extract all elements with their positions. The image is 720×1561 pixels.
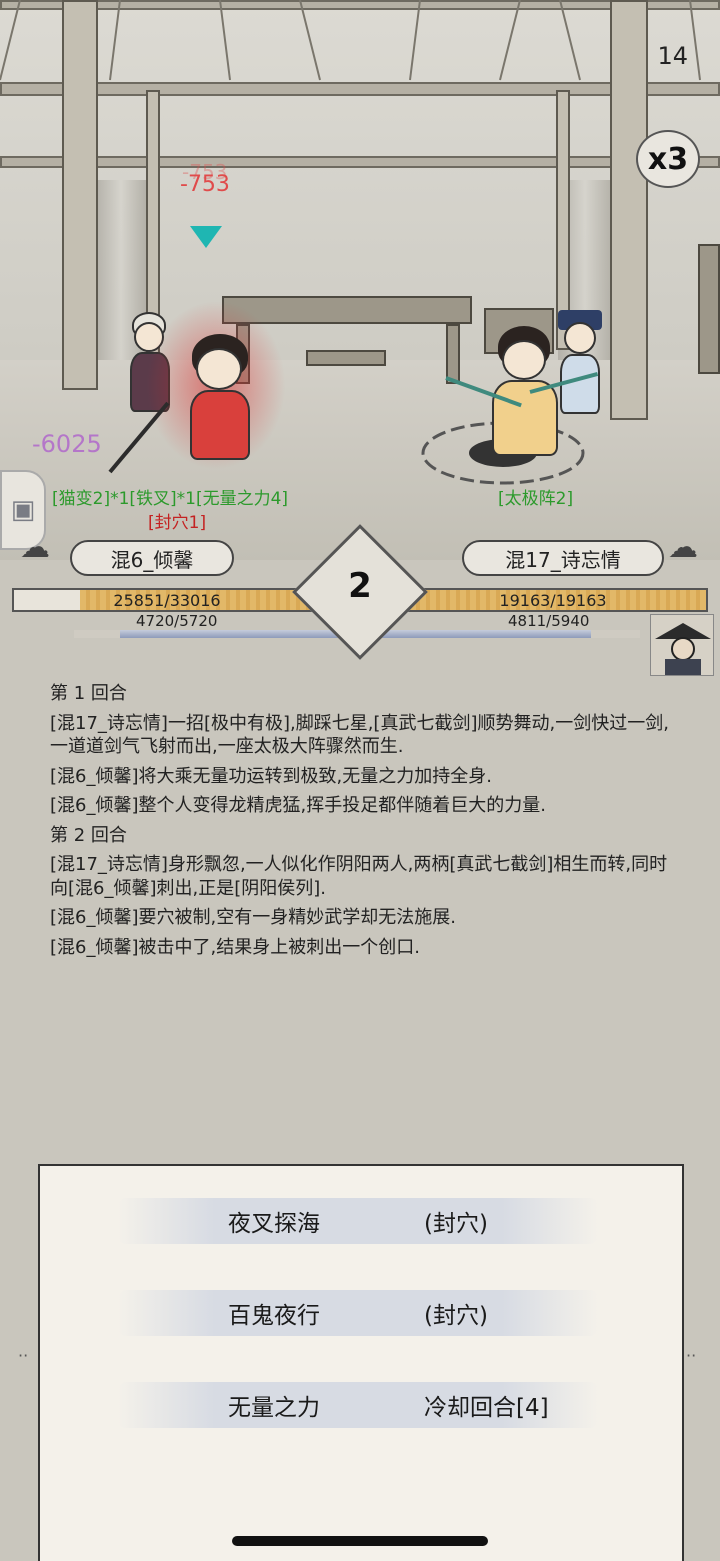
skill-status: (封穴) (424, 1211, 488, 1237)
skill-name: 百鬼夜行 (228, 1303, 320, 1329)
player-nameplate: 混6_倾馨 (70, 540, 234, 576)
swordsman-avatar-icon (655, 623, 711, 675)
player-hp-bar: 25851/33016 (12, 588, 322, 612)
skill-button-baigui-yexing[interactable]: 百鬼夜行 (封穴) (118, 1290, 598, 1336)
enemy-hp-text: 19163/19163 (499, 590, 607, 610)
target-marker-icon (190, 226, 222, 248)
log-line: [混6_倾馨]整个人变得龙精虎猛,挥手投足都伴随着巨大的力量. (50, 795, 546, 816)
log-line: [混6_倾馨]将大乘无量功运转到极致,无量之力加持全身. (50, 765, 492, 787)
shelf (698, 244, 720, 374)
speed-counter: 14 (657, 42, 688, 70)
wooden-pillar (62, 0, 98, 390)
player-mp-fill (120, 630, 338, 638)
battle-scene (0, 0, 720, 560)
speed-multiplier-button[interactable]: x3 (636, 130, 700, 188)
round-number: 2 (348, 566, 372, 606)
opponent-avatar[interactable] (650, 614, 714, 676)
cloud-ornament-icon: ☁ (20, 530, 50, 565)
log-line: [混6_倾馨]要穴被制,空有一身精妙武学却无法施展. (50, 907, 456, 928)
ellipsis-icon: ·· (18, 1346, 29, 1365)
skill-button-yecha-tanhai[interactable]: 夜叉探海 (封穴) (118, 1198, 598, 1244)
skill-name: 夜叉探海 (228, 1211, 320, 1237)
enemy-mp-text: 4811/5940 (508, 612, 590, 630)
skill-name: 无量之力 (228, 1395, 320, 1421)
bag-icon: ▣ (10, 495, 36, 525)
log-line: 第 2 回合 (50, 824, 127, 846)
log-line: [混6_倾馨]被击中了,结果身上被刺出一个创口. (50, 936, 420, 958)
player-damage-text: -6025 (32, 430, 102, 458)
skill-button-wuliang-zhili[interactable]: 无量之力 冷却回合[4] (118, 1382, 598, 1428)
player-mp-bar (74, 630, 338, 638)
cloud-ornament-icon: ☁ (668, 530, 698, 565)
enemy-mp-bar (382, 630, 640, 638)
skill-status: (封穴) (424, 1303, 488, 1329)
log-line: [混17_诗忘情]身形飘忽,一人似化作阴阳两人,两柄[真武七截剑]相生而转,同时… (50, 854, 668, 899)
wooden-pillar (610, 0, 648, 420)
ellipsis-icon: ·· (686, 1346, 697, 1365)
player-buff-list: [猫变2]*1[铁叉]*1[无量之力4] (52, 489, 289, 509)
player-hp-text: 25851/33016 (113, 590, 221, 610)
log-line: [混17_诗忘情]一招[极中有极],脚踩七星,[真武七截剑]顺势舞动,一剑快过一… (50, 712, 669, 758)
skill-panel: 夜叉探海 (封穴) 百鬼夜行 (封穴) 无量之力 冷却回合[4] (38, 1164, 684, 1561)
log-line: 第 1 回合 (50, 683, 127, 704)
player-character-qingxin[interactable] (146, 300, 286, 470)
player-mp-text: 4720/5720 (136, 612, 218, 630)
table-leg (446, 324, 460, 384)
battle-log: 第 1 回合 [混17_诗忘情]一招[极中有极],脚踩七星,[真武七截剑]顺势舞… (50, 682, 670, 965)
skill-status: 冷却回合[4] (424, 1395, 549, 1421)
small-table (306, 350, 386, 366)
damage-float-text: -753 (180, 172, 230, 197)
enemy-mp-fill (382, 630, 591, 638)
enemy-nameplate: 混17_诗忘情 (462, 540, 664, 576)
home-indicator[interactable] (232, 1536, 488, 1546)
enemy-buff-list: [太极阵2] (498, 489, 574, 509)
enemy-hp-bar: 19163/19163 (398, 588, 708, 612)
battle-hud: ☁ ☁ 混6_倾馨 混17_诗忘情 25851/33016 19163/1916… (0, 524, 720, 676)
